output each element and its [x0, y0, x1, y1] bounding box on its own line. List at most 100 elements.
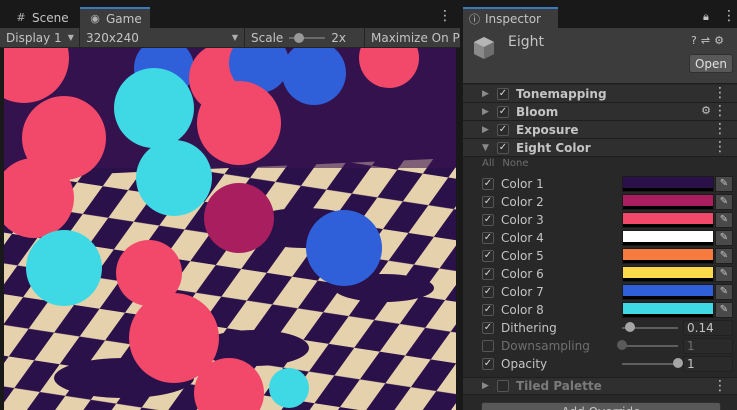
color-label: Color 5	[501, 249, 544, 263]
section-bloom[interactable]: ▶ ✓ Bloom ⚙ ⋮	[463, 103, 737, 121]
color-swatch[interactable]	[622, 230, 714, 246]
left-tabbar: # Scene ◉ Game ⋮	[0, 7, 460, 28]
downsampling-value[interactable]: 1	[683, 338, 733, 354]
opacity-value[interactable]: 1	[683, 356, 733, 372]
eyedropper-icon[interactable]: ✎	[715, 248, 733, 264]
tab-inspector[interactable]: ⓘ Inspector	[463, 7, 558, 28]
alpha-bar	[623, 242, 713, 245]
override-checkbox[interactable]: ✓	[482, 286, 494, 298]
game-menu-icon[interactable]: ⋮	[438, 9, 452, 23]
sliders-icon[interactable]: ⇌	[701, 34, 714, 47]
display-value: Display 1	[6, 30, 62, 45]
override-checkbox[interactable]: ✓	[482, 358, 494, 370]
section-menu-icon[interactable]: ⋮	[713, 86, 727, 100]
alpha-bar	[623, 260, 713, 263]
color-swatch[interactable]	[622, 212, 714, 228]
section-enable-checkbox[interactable]: ✓	[497, 141, 509, 154]
section-menu-icon[interactable]: ⋮	[713, 140, 727, 154]
dithering-slider-handle[interactable]	[624, 322, 635, 332]
color-label: Color 6	[501, 267, 544, 281]
section-menu-icon[interactable]: ⋮	[713, 104, 727, 118]
section-menu-icon[interactable]: ⋮	[713, 379, 727, 393]
game-render	[4, 48, 456, 410]
override-checkbox[interactable]: ✓	[482, 268, 494, 280]
scale-slider-handle[interactable]	[294, 32, 305, 43]
asset-name: Eight	[508, 34, 544, 50]
override-checkbox[interactable]: ✓	[482, 304, 494, 316]
override-checkbox[interactable]: ✓	[482, 322, 494, 334]
downsampling-row: Downsampling 1	[463, 337, 737, 355]
override-checkbox[interactable]: ✓	[482, 232, 494, 244]
tab-game[interactable]: ◉ Game	[80, 7, 150, 28]
tab-game-label: Game	[106, 11, 142, 26]
foldout-arrow-icon[interactable]: ▶	[482, 125, 494, 135]
inspector-header: Eight ?⇌⚙ Open	[463, 28, 737, 84]
override-checkbox[interactable]: ✓	[482, 178, 494, 190]
display-dropdown[interactable]: Display 1 ▼	[0, 27, 80, 48]
color-swatch[interactable]	[622, 302, 714, 318]
dithering-value[interactable]: 0.14	[683, 320, 733, 336]
header-icons: ?⇌⚙	[691, 34, 728, 47]
add-override-button[interactable]: Add Override	[481, 402, 721, 410]
game-toolbar: Display 1 ▼ 320x240 ▼ Scale 2x Maximize …	[0, 27, 460, 48]
eyedropper-icon[interactable]: ✎	[715, 212, 733, 228]
eyedropper-icon[interactable]: ✎	[715, 302, 733, 318]
scale-slider[interactable]	[289, 32, 326, 43]
color-label: Color 2	[501, 195, 544, 209]
maximize-on-play-toggle[interactable]: Maximize On Pla	[365, 28, 460, 48]
eyedropper-icon[interactable]: ✎	[715, 176, 733, 192]
resolution-dropdown[interactable]: 320x240 ▼	[80, 27, 245, 48]
color-swatch[interactable]	[622, 266, 714, 282]
downsampling-slider[interactable]	[622, 345, 678, 347]
override-checkbox[interactable]: ✓	[482, 250, 494, 262]
section-exposure[interactable]: ▶ ✓ Exposure ⋮	[463, 121, 737, 139]
all-button[interactable]: All	[482, 158, 494, 169]
section-enable-checkbox[interactable]	[497, 380, 509, 392]
section-menu-icon[interactable]: ⋮	[713, 122, 727, 136]
gear-icon[interactable]: ⚙	[701, 104, 711, 117]
eyedropper-icon[interactable]: ✎	[715, 230, 733, 246]
opacity-slider-handle[interactable]	[673, 358, 683, 368]
eyedropper-icon[interactable]: ✎	[715, 194, 733, 210]
open-button[interactable]: Open	[689, 54, 733, 73]
color-swatch[interactable]	[622, 284, 714, 300]
inspector-menu-icon[interactable]: ⋮	[722, 9, 736, 23]
help-icon[interactable]: ?	[691, 34, 701, 47]
resolution-value: 320x240	[86, 30, 139, 45]
opacity-slider[interactable]	[622, 363, 678, 365]
game-panel: # Scene ◉ Game ⋮ Display 1 ▼ 320x240 ▼ S…	[0, 0, 460, 410]
eyedropper-icon[interactable]: ✎	[715, 266, 733, 282]
foldout-arrow-icon[interactable]: ▶	[482, 89, 494, 99]
color-row: ✓ Color 4 ✎	[463, 229, 737, 247]
section-tiled-palette[interactable]: ▶ Tiled Palette ⋮	[463, 377, 737, 395]
foldout-arrow-open-icon[interactable]: ▼	[482, 143, 494, 153]
foldout-arrow-icon[interactable]: ▶	[482, 381, 494, 391]
scale-control: Scale 2x	[245, 27, 365, 48]
downsampling-slider-handle[interactable]	[617, 340, 627, 350]
override-checkbox[interactable]: ✓	[482, 196, 494, 208]
all-none-toggles: All None	[482, 158, 537, 169]
tab-scene[interactable]: # Scene	[6, 7, 77, 28]
color-swatch[interactable]	[622, 248, 714, 264]
section-enable-checkbox[interactable]: ✓	[497, 123, 509, 136]
color-label: Color 7	[501, 285, 544, 299]
override-checkbox[interactable]	[482, 340, 494, 352]
color-swatch[interactable]	[622, 194, 714, 210]
lock-icon[interactable]: 🔒︎	[703, 10, 709, 24]
alpha-bar	[623, 188, 713, 191]
none-button[interactable]: None	[502, 158, 528, 169]
color-label: Color 3	[501, 213, 544, 227]
color-swatch[interactable]	[622, 176, 714, 192]
game-view[interactable]	[4, 48, 456, 410]
color-row: ✓ Color 7 ✎	[463, 283, 737, 301]
alpha-bar	[623, 206, 713, 209]
section-enable-checkbox[interactable]: ✓	[497, 105, 509, 118]
section-eight-color[interactable]: ▼ ✓ Eight Color ⋮	[463, 139, 737, 157]
section-enable-checkbox[interactable]: ✓	[497, 87, 509, 100]
foldout-arrow-icon[interactable]: ▶	[482, 107, 494, 117]
dithering-label: Dithering	[501, 321, 557, 335]
eyedropper-icon[interactable]: ✎	[715, 284, 733, 300]
gear-icon[interactable]: ⚙	[714, 34, 728, 47]
section-tonemapping[interactable]: ▶ ✓ Tonemapping ⋮	[463, 85, 737, 103]
override-checkbox[interactable]: ✓	[482, 214, 494, 226]
